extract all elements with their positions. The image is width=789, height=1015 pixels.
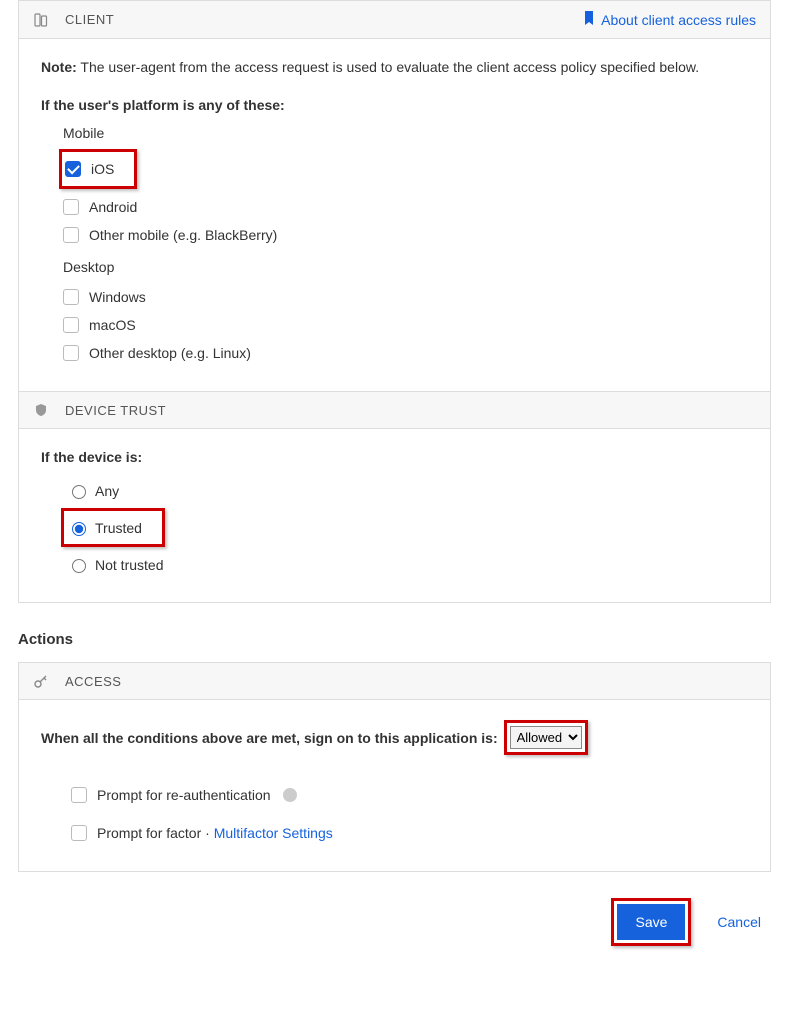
radio-not-trusted[interactable] (72, 559, 86, 573)
label-reauth: Prompt for re-authentication (97, 787, 271, 803)
checkbox-windows[interactable] (63, 289, 79, 305)
device-trust-body: If the device is: Any Trusted Not truste… (19, 429, 770, 602)
footer: Save Cancel (0, 872, 789, 966)
save-highlight: Save (611, 898, 691, 946)
platform-prompt: If the user's platform is any of these: (41, 97, 748, 113)
actions-heading: Actions (18, 631, 789, 648)
device-icon (33, 12, 49, 28)
access-select-highlight: Allowed (504, 720, 588, 755)
ios-highlight: iOS (59, 149, 137, 189)
client-header-title: CLIENT (65, 12, 114, 27)
note-label: Note: (41, 59, 77, 75)
access-header: ACCESS (19, 663, 770, 700)
label-factor: Prompt for factor · (97, 825, 214, 841)
label-ios: iOS (91, 161, 114, 177)
access-condition-text: When all the conditions above are met, s… (41, 730, 498, 746)
label-any: Any (95, 483, 119, 499)
checkbox-other-mobile[interactable] (63, 227, 79, 243)
radio-any[interactable] (72, 485, 86, 499)
checkbox-factor[interactable] (71, 825, 87, 841)
device-trust-title: DEVICE TRUST (65, 403, 166, 418)
desktop-group-label: Desktop (63, 259, 748, 275)
client-body: Note: The user-agent from the access req… (19, 39, 770, 391)
shield-icon (33, 402, 49, 418)
checkbox-android[interactable] (63, 199, 79, 215)
multifactor-settings-link[interactable]: Multifactor Settings (214, 825, 333, 841)
radio-trusted[interactable] (72, 522, 86, 536)
device-trust-prompt: If the device is: (41, 449, 748, 465)
help-icon[interactable] (283, 788, 297, 802)
checkbox-reauth[interactable] (71, 787, 87, 803)
bookmark-icon (583, 11, 595, 28)
cancel-link[interactable]: Cancel (717, 914, 761, 930)
checkbox-other-desktop[interactable] (63, 345, 79, 361)
client-header: CLIENT About client access rules (19, 1, 770, 39)
client-note: Note: The user-agent from the access req… (41, 59, 748, 75)
note-text: The user-agent from the access request i… (80, 59, 699, 75)
device-trust-header: DEVICE TRUST (19, 391, 770, 429)
about-link-text: About client access rules (601, 12, 756, 28)
label-other-desktop: Other desktop (e.g. Linux) (89, 345, 251, 361)
label-not-trusted: Not trusted (95, 557, 163, 573)
checkbox-macos[interactable] (63, 317, 79, 333)
label-windows: Windows (89, 289, 146, 305)
label-trusted: Trusted (95, 520, 142, 536)
label-other-mobile: Other mobile (e.g. BlackBerry) (89, 227, 277, 243)
label-macos: macOS (89, 317, 136, 333)
client-panel: CLIENT About client access rules Note: T… (18, 0, 771, 603)
access-panel: ACCESS When all the conditions above are… (18, 662, 771, 872)
key-icon (33, 673, 49, 689)
about-client-rules-link[interactable]: About client access rules (583, 11, 756, 28)
mobile-group-label: Mobile (63, 125, 748, 141)
checkbox-ios[interactable] (65, 161, 81, 177)
access-select[interactable]: Allowed (510, 726, 582, 749)
access-body: When all the conditions above are met, s… (19, 700, 770, 871)
access-title: ACCESS (65, 674, 121, 689)
label-android: Android (89, 199, 137, 215)
trusted-highlight: Trusted (61, 508, 165, 547)
save-button[interactable]: Save (617, 904, 685, 940)
